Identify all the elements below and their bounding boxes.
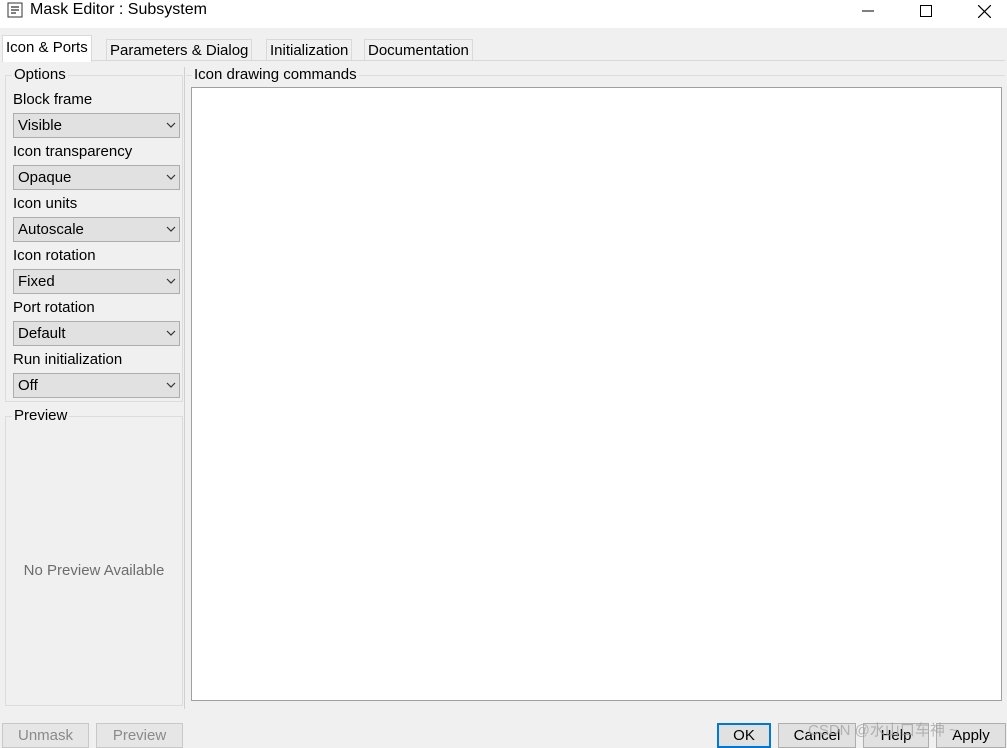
tab-parameters-dialog[interactable]: Parameters & Dialog bbox=[106, 39, 253, 62]
icon-drawing-legend: Icon drawing commands bbox=[192, 66, 359, 83]
run-initialization-value: Off bbox=[18, 377, 38, 394]
maximize-icon bbox=[920, 5, 932, 17]
chevron-down-icon bbox=[166, 174, 176, 180]
options-group: Options Block frame Visible Icon transpa… bbox=[5, 67, 183, 402]
tab-strip: Icon & Ports Parameters & Dialog Initial… bbox=[2, 35, 1005, 62]
icon-transparency-value: Opaque bbox=[18, 169, 72, 186]
preview-legend: Preview bbox=[12, 407, 70, 424]
icon-transparency-select[interactable]: Opaque bbox=[13, 165, 180, 190]
mask-editor-window: Mask Editor : Subsystem Icon & Ports Par… bbox=[0, 0, 1007, 748]
tab-icon-ports[interactable]: Icon & Ports bbox=[2, 35, 92, 62]
block-frame-select[interactable]: Visible bbox=[13, 113, 180, 138]
close-button[interactable] bbox=[961, 0, 1007, 22]
tab-content: Options Block frame Visible Icon transpa… bbox=[2, 60, 1005, 709]
tab-initialization[interactable]: Initialization bbox=[266, 39, 353, 62]
chevron-down-icon bbox=[166, 122, 176, 128]
icon-transparency-label: Icon transparency bbox=[13, 143, 133, 160]
app-icon bbox=[7, 2, 23, 18]
close-icon bbox=[977, 4, 991, 18]
apply-button[interactable]: Apply bbox=[936, 723, 1006, 748]
unmask-button[interactable]: Unmask bbox=[2, 723, 89, 748]
tab-documentation[interactable]: Documentation bbox=[364, 39, 473, 62]
icon-units-select[interactable]: Autoscale bbox=[13, 217, 180, 242]
chevron-down-icon bbox=[166, 278, 176, 284]
options-legend: Options bbox=[12, 66, 68, 83]
cancel-button[interactable]: Cancel bbox=[778, 723, 856, 748]
icon-drawing-commands-editor[interactable] bbox=[191, 87, 1002, 701]
icon-rotation-select[interactable]: Fixed bbox=[13, 269, 180, 294]
run-initialization-select[interactable]: Off bbox=[13, 373, 180, 398]
run-initialization-label: Run initialization bbox=[13, 351, 123, 368]
chevron-down-icon bbox=[166, 382, 176, 388]
minimize-button[interactable] bbox=[845, 0, 891, 22]
preview-button[interactable]: Preview bbox=[96, 723, 183, 748]
icon-rotation-value: Fixed bbox=[18, 273, 55, 290]
block-frame-label: Block frame bbox=[13, 91, 93, 108]
ok-button[interactable]: OK bbox=[717, 723, 771, 748]
preview-group: Preview No Preview Available bbox=[5, 408, 183, 706]
port-rotation-value: Default bbox=[18, 325, 66, 342]
block-frame-value: Visible bbox=[18, 117, 62, 134]
minimize-icon bbox=[862, 10, 874, 12]
maximize-button[interactable] bbox=[903, 0, 949, 22]
port-rotation-select[interactable]: Default bbox=[13, 321, 180, 346]
title-bar[interactable]: Mask Editor : Subsystem bbox=[0, 0, 1007, 28]
chevron-down-icon bbox=[166, 330, 176, 336]
window-title: Mask Editor : Subsystem bbox=[30, 1, 207, 18]
help-button[interactable]: Help bbox=[863, 723, 929, 748]
chevron-down-icon bbox=[166, 226, 176, 232]
icon-units-label: Icon units bbox=[13, 195, 78, 212]
panel-splitter[interactable] bbox=[184, 67, 185, 709]
port-rotation-label: Port rotation bbox=[13, 299, 95, 316]
icon-rotation-label: Icon rotation bbox=[13, 247, 96, 264]
no-preview-text: No Preview Available bbox=[23, 562, 165, 579]
icon-units-value: Autoscale bbox=[18, 221, 84, 238]
